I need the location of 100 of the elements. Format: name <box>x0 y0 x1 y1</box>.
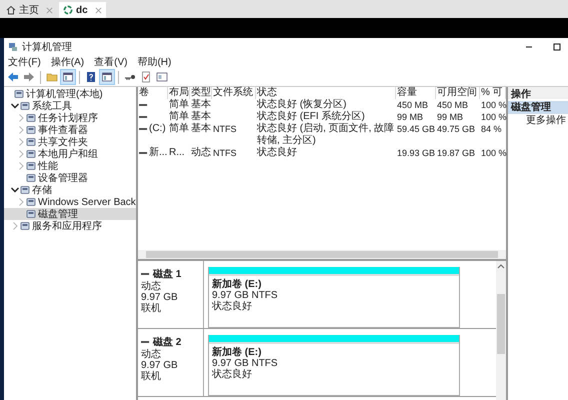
pane-button[interactable] <box>61 70 75 84</box>
table-cell-text: 84 % <box>480 123 503 135</box>
table-cell: 100 % <box>480 147 506 159</box>
disk-status: 联机 <box>141 371 162 382</box>
table-cell: 简单 <box>168 123 190 135</box>
home-icon <box>6 5 16 15</box>
window-icon <box>156 71 168 83</box>
help-button[interactable] <box>84 70 98 84</box>
pane-icon <box>101 71 113 83</box>
menu-item[interactable]: 查看(V) <box>94 54 128 68</box>
table-cell-text: 基本 <box>190 111 212 122</box>
table-cell-text: 99 MB <box>436 111 464 123</box>
volume-status: 状态良好 <box>212 301 253 312</box>
action-item[interactable]: 磁盘管理 <box>508 101 568 114</box>
volume-block[interactable]: 新加卷 (E:) 9.97 GB NTFS 状态良好 <box>208 267 460 328</box>
vertical-scrollbar[interactable] <box>496 261 506 400</box>
tree-item[interactable]: 性能 <box>4 160 136 172</box>
column-header[interactable]: 状态 <box>256 87 396 99</box>
table-cell-text: 状态良好 <box>256 147 298 159</box>
console-icon <box>26 161 36 171</box>
disk-size: 9.97 GB <box>141 360 179 371</box>
table-cell: 19.93 GB <box>396 147 436 159</box>
table-cell-text: 基本 <box>190 99 212 110</box>
window-button[interactable] <box>155 70 169 84</box>
forward-button[interactable] <box>22 70 36 84</box>
table-cell-text: 简单 <box>168 111 190 122</box>
volume-detail: 9.97 GB NTFS <box>212 290 279 301</box>
tree-item[interactable]: 事件查看器 <box>4 124 136 136</box>
table-cell-text: NTFS <box>212 147 238 159</box>
table-cell-text: 450 MB <box>436 99 470 111</box>
column-header[interactable]: 文件系统 <box>212 87 256 99</box>
tree-item[interactable]: 设备管理器 <box>4 172 136 184</box>
table-cell: 动态 <box>190 147 212 159</box>
tree-item[interactable]: 服务和应用程序 <box>4 220 136 232</box>
table-cell: 59.45 GB <box>396 123 436 135</box>
table-cell-text: R... <box>168 147 186 159</box>
table-cell: 100 % <box>480 111 506 123</box>
column-header[interactable]: 可用空间 <box>436 87 480 99</box>
console-icon <box>26 209 36 219</box>
menu-item[interactable]: 帮助(H) <box>137 54 172 68</box>
column-header[interactable]: % 可 <box>480 87 506 99</box>
tree-item[interactable]: 任务计划程序 <box>4 112 136 124</box>
table-cell: (C:) <box>149 123 166 135</box>
back-arrow-icon <box>7 71 19 83</box>
column-header[interactable]: 容量 <box>396 87 436 99</box>
close-icon[interactable] <box>46 6 53 14</box>
tree-item[interactable]: 计算机管理(本地) <box>4 88 136 100</box>
scrollbar-thumb[interactable] <box>146 251 498 258</box>
volume-block[interactable]: 新加卷 (E:) 9.97 GB NTFS 状态良好 <box>208 335 460 396</box>
table-cell: 基本 <box>190 123 212 135</box>
volume-status: 状态良好 <box>212 369 253 380</box>
scrollbar-thumb[interactable] <box>497 294 505 354</box>
table-cell-text: 450 MB <box>396 99 430 111</box>
table-cell-text: 状态良好 (启动, 页面文件, 故障转储, 主分区) <box>256 123 396 146</box>
tree-item[interactable]: 存储 <box>4 184 136 196</box>
menu-item[interactable]: 文件(F) <box>8 54 41 68</box>
disk-type: 动态 <box>141 281 162 292</box>
tree-item[interactable]: 共享文件夹 <box>4 136 136 148</box>
column-header[interactable]: 布局 <box>168 87 190 99</box>
tree-item[interactable]: 系统工具 <box>4 100 136 112</box>
horizontal-scrollbar[interactable] <box>138 250 506 259</box>
forward-arrow-icon <box>23 71 35 83</box>
table-cell-text: NTFS <box>212 123 238 135</box>
menu-item[interactable]: 操作(A) <box>50 54 84 68</box>
maximize-icon[interactable] <box>552 42 562 52</box>
pane-icon <box>62 71 74 83</box>
document-button[interactable] <box>139 70 153 84</box>
action-item[interactable]: 更多操作 <box>508 114 568 127</box>
volume-name: 新加卷 (E:) <box>212 279 262 290</box>
scroll-up-icon[interactable] <box>497 263 505 269</box>
console-icon <box>26 197 36 207</box>
vm-icon <box>63 5 73 15</box>
table-cell-text: 状态良好 (恢复分区) <box>256 99 348 110</box>
table-cell-text: 49.75 GB <box>436 123 476 135</box>
browser-tab[interactable]: dc <box>59 2 106 18</box>
disk-name: 磁盘 1 <box>153 268 182 280</box>
tree-item[interactable]: Windows Server Back <box>4 196 136 208</box>
close-icon[interactable] <box>94 6 102 14</box>
volume-name: 新加卷 (E:) <box>212 347 262 358</box>
console-icon <box>20 221 30 231</box>
checklist-icon <box>140 71 152 83</box>
help-icon <box>85 71 97 83</box>
column-header[interactable]: 卷 <box>138 87 168 99</box>
tree-item[interactable]: 磁盘管理 <box>4 208 136 220</box>
console-icon <box>26 113 36 123</box>
disk-size: 9.97 GB <box>141 292 179 303</box>
tree-item[interactable]: 本地用户和组 <box>4 148 136 160</box>
disk-status: 联机 <box>141 303 162 314</box>
window-title: 计算机管理 <box>22 40 72 54</box>
actions-header: 操作 <box>508 87 568 99</box>
back-button[interactable] <box>6 70 20 84</box>
console-icon <box>26 173 36 183</box>
computer-icon <box>8 42 18 52</box>
console-icon <box>20 185 30 195</box>
column-header[interactable]: 类型 <box>190 87 212 99</box>
console-icon <box>20 101 30 111</box>
table-cell-text: 状态良好 (EFI 系统分区) <box>256 111 366 122</box>
console-icon <box>26 149 36 159</box>
pane-button[interactable] <box>100 70 114 84</box>
folder-icon <box>46 71 58 83</box>
